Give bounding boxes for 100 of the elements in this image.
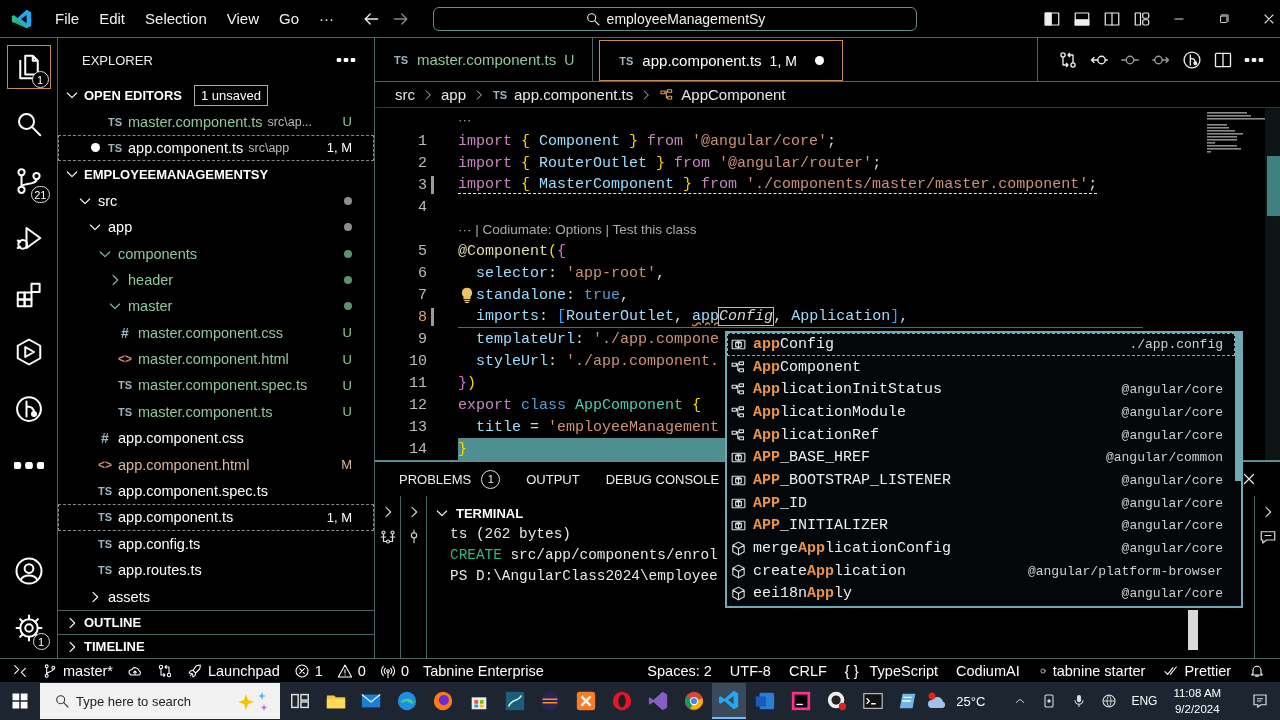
- line-number: 3: [417, 176, 427, 194]
- suggestion-item[interactable]: ApplicationInitStatus @angular/core: [727, 378, 1235, 402]
- tree-item[interactable]: TS app.component.ts 1, M: [58, 504, 374, 531]
- suggestion-item[interactable]: AppComponent: [727, 355, 1235, 379]
- status-item[interactable]: master*: [42, 662, 113, 679]
- suggestion-item[interactable]: APP_BASE_HREF @angular/common: [727, 446, 1235, 470]
- clock-time[interactable]: 11:08 AM: [1173, 685, 1222, 701]
- suggestion-item[interactable]: APP_ID @angular/core: [727, 491, 1235, 515]
- section-header[interactable]: OPEN EDITORS 1 unsaved: [58, 82, 374, 109]
- chat-icon[interactable]: [1258, 528, 1277, 546]
- weather-widget[interactable]: 25°C: [926, 690, 986, 712]
- status-item[interactable]: { } TypeScript: [844, 662, 939, 679]
- section-header[interactable]: TERMINAL: [434, 502, 524, 524]
- suggestion-item[interactable]: APP_BOOTSTRAP_LISTENER @angular/core: [727, 469, 1235, 492]
- panel-tab[interactable]: DEBUG CONSOLE: [605, 471, 720, 487]
- tree-item[interactable]: TS app.component.spec.ts: [58, 477, 374, 505]
- menu-item[interactable]: Go: [269, 10, 309, 27]
- layout-icon[interactable]: [1043, 9, 1062, 28]
- status-item[interactable]: Tabnine Enterprise: [422, 662, 544, 679]
- remote-icon[interactable]: [12, 662, 28, 679]
- globe-icon[interactable]: [1101, 693, 1118, 709]
- layout-icon[interactable]: [1103, 9, 1122, 28]
- section-header[interactable]: EMPLOYEEMANAGEMENTSY: [58, 161, 374, 188]
- status-item[interactable]: UTF-8: [729, 662, 771, 679]
- status-item[interactable]: tabnine starter: [1037, 662, 1146, 679]
- status-item[interactable]: Prettier: [1163, 662, 1232, 679]
- menu-item[interactable]: ···: [309, 10, 344, 27]
- editor-tab[interactable]: TS app.component.ts 1, M: [599, 40, 843, 81]
- breadcrumb[interactable]: app: [441, 86, 467, 103]
- suggestion-item[interactable]: APP_INITIALIZER @angular/core: [727, 514, 1235, 538]
- suggestion-item[interactable]: eei18nApply @angular/core: [727, 582, 1235, 606]
- tree-item[interactable]: src: [58, 187, 374, 214]
- compare-changes-icon[interactable]: [1058, 49, 1078, 70]
- taskbar-app[interactable]: [712, 683, 747, 719]
- activity-button[interactable]: 21: [6, 158, 51, 203]
- tree-item[interactable]: <> master.component.html U: [58, 345, 374, 373]
- suggestion-item[interactable]: appConfig ./app.config: [727, 333, 1235, 356]
- status-item[interactable]: 0: [336, 662, 366, 679]
- suggestion-item[interactable]: createApplication @angular/platform-browser: [727, 559, 1235, 583]
- tree-item[interactable]: master: [58, 293, 374, 320]
- menu-item[interactable]: File: [45, 10, 90, 27]
- scrollbar-thumb[interactable]: [1188, 610, 1198, 650]
- tree-item[interactable]: TS master.component.ts U: [58, 398, 374, 426]
- more-icon[interactable]: [1244, 57, 1264, 62]
- search-field[interactable]: Type here to search: [40, 683, 280, 719]
- tree-item[interactable]: header: [58, 266, 374, 294]
- code-lens[interactable]: ··· | Codiumate: Options | Test this class: [458, 221, 697, 237]
- tree-item[interactable]: # master.component.css U: [58, 319, 374, 346]
- activity-button[interactable]: 1: [6, 605, 51, 650]
- panel-tab[interactable]: OUTPUT: [526, 471, 580, 487]
- breadcrumb[interactable]: src: [395, 86, 415, 103]
- status-item[interactable]: CodiumAI: [956, 662, 1020, 679]
- breadcrumb[interactable]: AppComponent: [659, 86, 786, 103]
- restore-icon[interactable]: [1217, 11, 1232, 26]
- tree-item[interactable]: assets: [58, 583, 374, 610]
- status-item[interactable]: Spaces: 2: [647, 662, 712, 679]
- open-editor-item[interactable]: TS app.component.ts src\app 1, M: [58, 134, 374, 162]
- tree-item[interactable]: TS app.config.ts: [58, 530, 374, 558]
- section-header[interactable]: OUTLINE: [58, 610, 374, 634]
- tree-item[interactable]: # app.component.css: [58, 425, 374, 452]
- breadcrumb[interactable]: TS app.component.ts: [492, 86, 634, 103]
- tree-item[interactable]: app: [58, 213, 374, 241]
- git-graph-icon[interactable]: [1182, 49, 1202, 70]
- tree-item[interactable]: TS master.component.spec.ts U: [58, 372, 374, 399]
- tree-item[interactable]: TS app.routes.ts: [58, 557, 374, 584]
- suggestion-item[interactable]: ApplicationRef @angular/core: [727, 423, 1235, 447]
- tree-item[interactable]: <> app.component.html M: [58, 451, 374, 478]
- status-item[interactable]: 1: [293, 662, 323, 679]
- activity-button[interactable]: 1: [6, 44, 51, 89]
- status-item[interactable]: CRLF: [788, 662, 827, 679]
- document-icon: [754, 690, 777, 712]
- git-status: U: [564, 51, 575, 68]
- layout-icon[interactable]: [1073, 9, 1092, 28]
- open-editor-item[interactable]: TS master.component.ts src\ap... U: [58, 108, 374, 135]
- input-language[interactable]: ENG: [1131, 694, 1158, 708]
- editor-tab[interactable]: TS master.component.ts U: [375, 38, 594, 81]
- suggestion-item[interactable]: mergeApplicationConfig @angular/core: [727, 537, 1235, 560]
- menu-item[interactable]: Selection: [135, 10, 217, 27]
- status-item[interactable]: Launchpad: [186, 662, 280, 679]
- code-lens[interactable]: ···: [458, 111, 472, 127]
- menu-item[interactable]: Edit: [89, 10, 136, 27]
- start-icon[interactable]: [11, 692, 29, 710]
- code-line: templateUrl: './app.compone: [475, 330, 720, 348]
- split-icon[interactable]: [378, 528, 397, 546]
- command-center[interactable]: employeeManagementSy: [433, 6, 917, 31]
- menu-item[interactable]: View: [216, 10, 269, 27]
- notifications-icon[interactable]: [1251, 692, 1270, 710]
- scrollbar-thumb[interactable]: [1235, 333, 1241, 481]
- scrollbar-thumb[interactable]: [1267, 156, 1280, 216]
- panel-tab[interactable]: PROBLEMS 1: [399, 469, 501, 489]
- suggestion-item[interactable]: ApplicationModule @angular/core: [727, 401, 1235, 424]
- layout-icon[interactable]: [1133, 9, 1152, 28]
- folder-name: app: [108, 219, 133, 236]
- status-item[interactable]: 0: [379, 662, 409, 679]
- more-icon[interactable]: [336, 58, 356, 62]
- tree-item[interactable]: components: [58, 240, 374, 267]
- unsaved-count: 1 unsaved: [194, 84, 268, 106]
- compare-icon[interactable]: [156, 662, 173, 679]
- terminal-line: PS D:\AngularClass2024\employee: [449, 567, 718, 586]
- clock-date[interactable]: 9/2/2024: [1174, 701, 1220, 717]
